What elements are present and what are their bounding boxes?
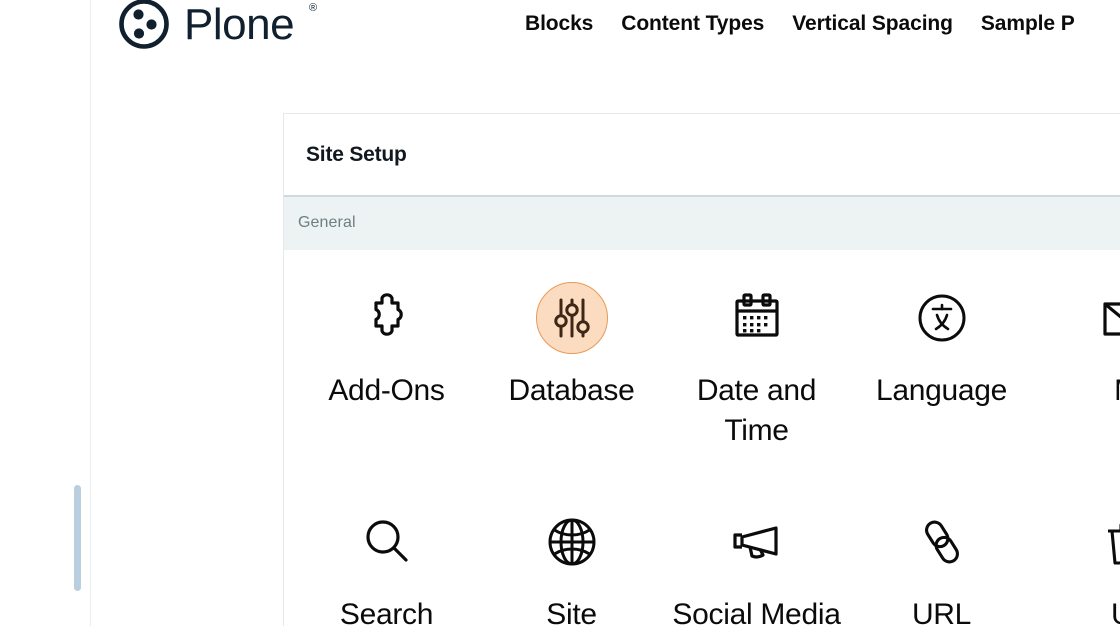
tile-label: Add-Ons	[328, 374, 445, 407]
megaphone-icon	[721, 506, 793, 578]
tile-url-management[interactable]: URL Managem	[849, 492, 1034, 626]
nav-item-sample-p[interactable]: Sample P	[981, 12, 1075, 36]
left-rail	[0, 0, 91, 626]
trash-icon	[1091, 506, 1120, 578]
tile-label: Ur	[1111, 595, 1120, 626]
vertical-scrollbar[interactable]	[74, 485, 81, 591]
tile-label: M	[1114, 371, 1120, 411]
registered-mark: ®	[309, 2, 318, 14]
nav-item-vertical-spacing[interactable]: Vertical Spacing	[792, 12, 953, 36]
tile-search[interactable]: Search	[294, 492, 479, 626]
tile-database[interactable]: Database	[479, 268, 664, 450]
tile-add-ons[interactable]: Add-Ons	[294, 268, 479, 450]
tile-label: Database	[508, 374, 635, 407]
brand-logo[interactable]: Plone ®	[117, 0, 318, 51]
tile-label: URL Managem	[911, 598, 972, 626]
page-title: Site Setup	[306, 143, 407, 166]
tile-users[interactable]: Ur	[1034, 492, 1120, 626]
tile-language[interactable]: Language	[849, 268, 1034, 450]
tile-date-and-time[interactable]: Date and Time	[664, 268, 849, 450]
tile-site[interactable]: Site	[479, 492, 664, 626]
puzzle-piece-icon	[351, 282, 423, 354]
top-navigation: Blocks Content Types Vertical Spacing Sa…	[525, 12, 1075, 36]
sliders-icon	[535, 282, 608, 354]
tile-label: Language	[875, 374, 1008, 407]
settings-grid-row-2: Search Site Social Media URL	[284, 474, 1120, 626]
brand-name: Plone	[184, 0, 295, 49]
tile-mail[interactable]: M	[1034, 268, 1120, 450]
globe-icon	[536, 506, 608, 578]
nav-item-blocks[interactable]: Blocks	[525, 12, 593, 36]
section-header-general: General	[284, 197, 1120, 250]
tile-label: Date and Time	[696, 374, 817, 447]
magnifier-icon	[351, 506, 423, 578]
translate-icon	[906, 282, 978, 354]
tile-label: Site	[546, 598, 597, 626]
site-header: Plone ® Blocks Content Types Vertical Sp…	[91, 0, 1120, 56]
tile-social-media[interactable]: Social Media	[664, 492, 849, 626]
tile-label: Social Media	[672, 598, 841, 626]
plone-logo-icon	[117, 0, 171, 51]
site-setup-panel: Site Setup General Add-Ons Database Date…	[283, 113, 1120, 626]
mail-icon	[1091, 282, 1120, 354]
nav-item-content-types[interactable]: Content Types	[621, 12, 764, 36]
calendar-icon	[721, 282, 793, 354]
link-chain-icon	[906, 506, 978, 578]
section-label: General	[298, 214, 356, 231]
settings-grid-row-1: Add-Ons Database Date and Time Language	[284, 250, 1120, 450]
tile-label: Search	[339, 598, 434, 626]
page-root: Plone ® Blocks Content Types Vertical Sp…	[0, 0, 1120, 626]
